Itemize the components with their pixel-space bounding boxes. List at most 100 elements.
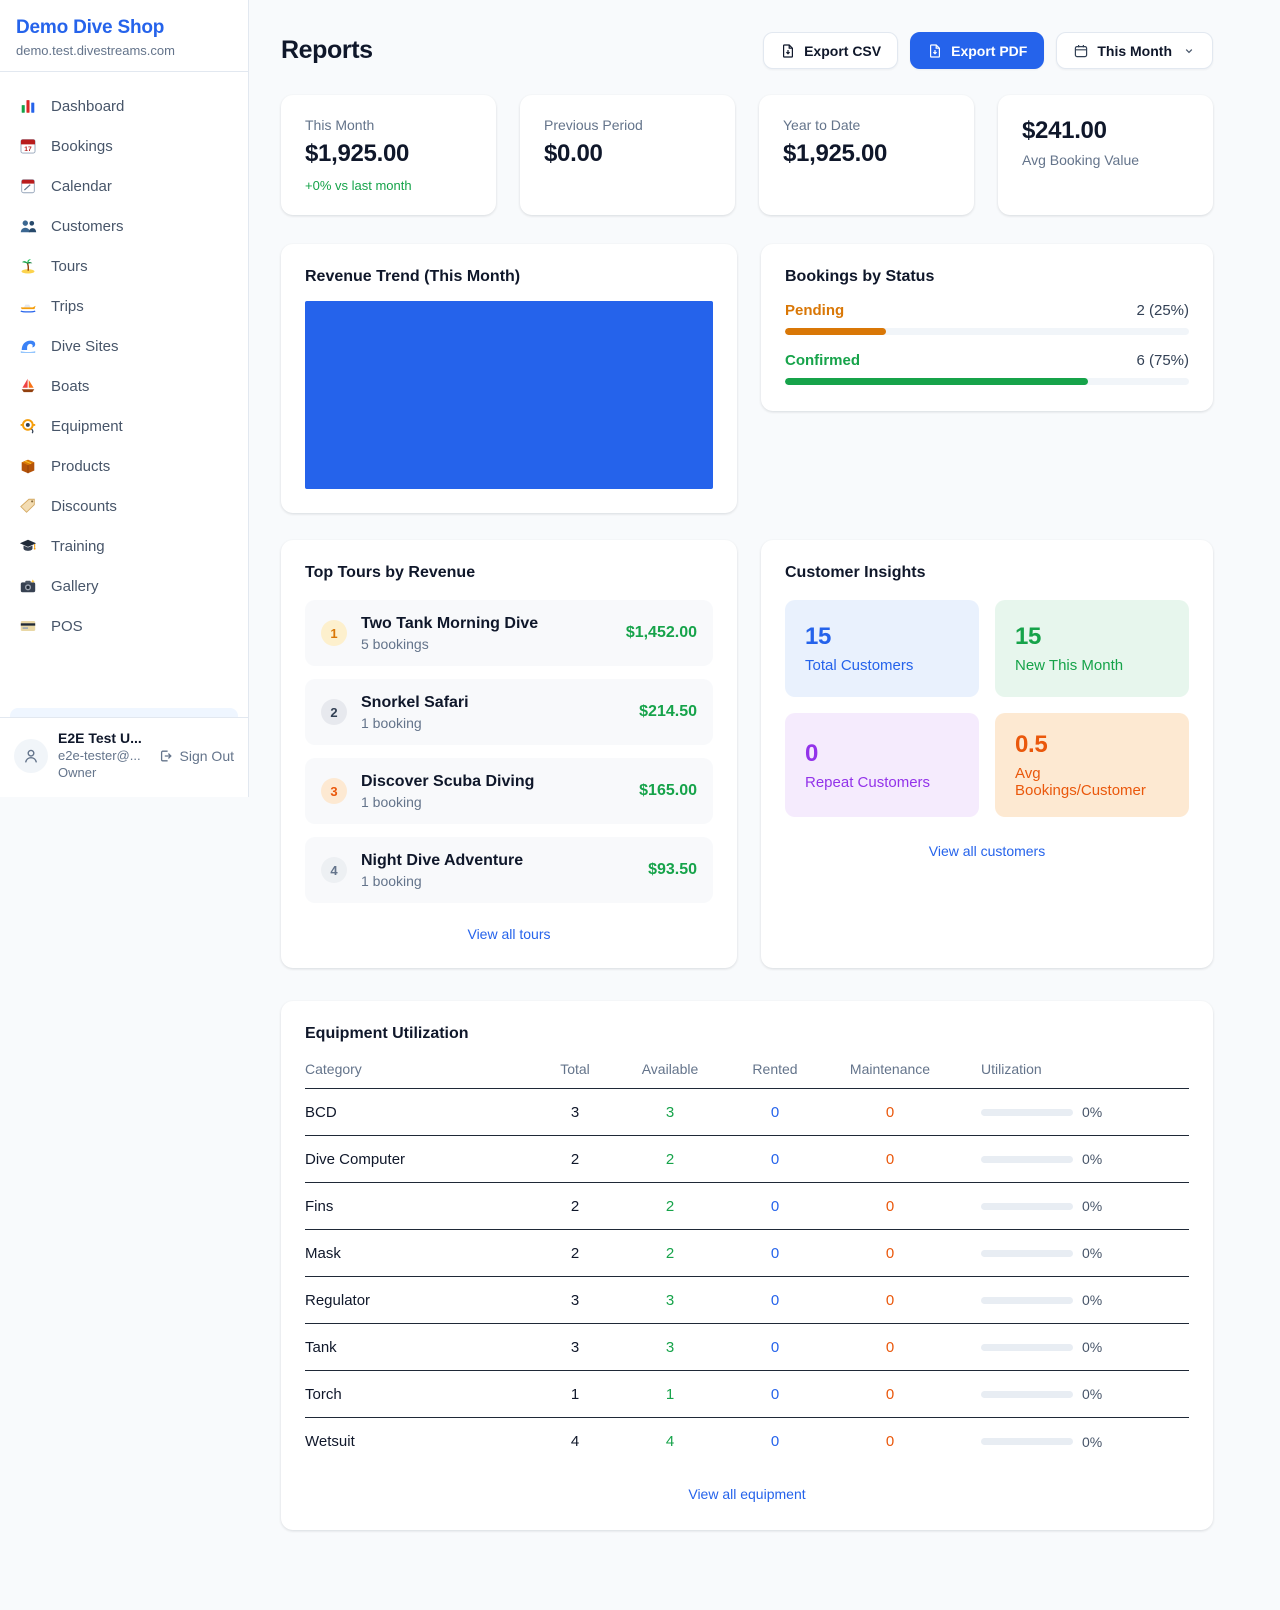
sidebar-item-dashboard[interactable]: Dashboard xyxy=(0,86,248,126)
equipment-rented: 0 xyxy=(725,1198,825,1215)
person-icon xyxy=(21,746,41,766)
equipment-category: BCD xyxy=(305,1104,535,1121)
status-progress-track xyxy=(785,378,1189,385)
stat-card-this-month: This Month $1,925.00 +0% vs last month xyxy=(281,95,496,215)
utilization-percent: 0% xyxy=(1082,1245,1102,1261)
stat-value: $0.00 xyxy=(544,140,711,168)
sign-out-label: Sign Out xyxy=(180,748,234,764)
status-value: 6 (75%) xyxy=(1136,352,1189,369)
customer-insights-card: Customer Insights 15 Total Customers 15 … xyxy=(761,540,1213,968)
stat-value: $1,925.00 xyxy=(783,140,950,168)
sidebar-item-training[interactable]: Training xyxy=(0,526,248,566)
utilization-bar-track xyxy=(981,1344,1073,1351)
column-header-utilization: Utilization xyxy=(955,1061,1189,1077)
status-rows: Pending 2 (25%) Confirmed 6 (75%) xyxy=(785,302,1189,385)
insight-tile: 15 Total Customers xyxy=(785,600,979,697)
insight-label: Repeat Customers xyxy=(805,774,959,791)
sidebar-item-reports[interactable] xyxy=(10,708,238,717)
view-all-tours-link[interactable]: View all tours xyxy=(467,926,550,942)
utilization-bar-track xyxy=(981,1109,1073,1116)
tour-amount: $165.00 xyxy=(639,782,697,800)
equipment-utilization-card: Equipment Utilization Category Total Ava… xyxy=(281,1001,1213,1530)
sidebar-item-trips[interactable]: Trips xyxy=(0,286,248,326)
sidebar-item-discounts[interactable]: Discounts xyxy=(0,486,248,526)
page-title: Reports xyxy=(281,36,373,65)
utilization-percent: 0% xyxy=(1082,1151,1102,1167)
sidebar-item-customers[interactable]: Customers xyxy=(0,206,248,246)
shop-title[interactable]: Demo Dive Shop xyxy=(16,17,232,39)
sidebar-item-pos[interactable]: POS xyxy=(0,606,248,646)
equipment-row: Mask 2 2 0 0 0% xyxy=(305,1230,1189,1277)
main-content: Reports Export CSV Export PDF This Month xyxy=(249,0,1280,1605)
equipment-total: 1 xyxy=(535,1386,615,1403)
sidebar-item-products[interactable]: Products xyxy=(0,446,248,486)
tour-name: Night Dive Adventure xyxy=(361,852,523,870)
sidebar-item-dive-sites[interactable]: Dive Sites xyxy=(0,326,248,366)
tour-amount: $93.50 xyxy=(648,861,697,879)
export-csv-button[interactable]: Export CSV xyxy=(763,32,898,69)
tour-bookings: 1 booking xyxy=(361,873,523,889)
equipment-maintenance: 0 xyxy=(825,1198,955,1215)
status-label: Confirmed xyxy=(785,352,860,369)
tour-bookings: 1 booking xyxy=(361,715,469,731)
sidebar-item-boats[interactable]: Boats xyxy=(0,366,248,406)
insight-tile: 15 New This Month xyxy=(995,600,1189,697)
stat-delta: +0% vs last month xyxy=(305,178,472,193)
top-tours-card: Top Tours by Revenue 1 Two Tank Morning … xyxy=(281,540,737,968)
tour-info: Snorkel Safari 1 booking xyxy=(361,694,469,731)
tour-rows: 1 Two Tank Morning Dive 5 bookings $1,45… xyxy=(305,600,713,903)
utilization-percent: 0% xyxy=(1082,1198,1102,1214)
sidebar-user-footer: E2E Test U... e2e-tester@... Owner Sign … xyxy=(0,717,248,797)
customers-icon xyxy=(19,217,37,235)
sidebar-item-tours[interactable]: Tours xyxy=(0,246,248,286)
bookings-by-status-title: Bookings by Status xyxy=(785,268,1189,286)
insights-row: Top Tours by Revenue 1 Two Tank Morning … xyxy=(281,540,1213,968)
sidebar-item-bookings[interactable]: 17 Bookings xyxy=(0,126,248,166)
sign-out-button[interactable]: Sign Out xyxy=(158,748,234,764)
sidebar-item-gallery[interactable]: Gallery xyxy=(0,566,248,606)
tour-row: 3 Discover Scuba Diving 1 booking $165.0… xyxy=(305,758,713,824)
column-header-total: Total xyxy=(535,1061,615,1077)
calendar-icon xyxy=(1073,43,1089,59)
sidebar-item-calendar[interactable]: Calendar xyxy=(0,166,248,206)
tour-info: Discover Scuba Diving 1 booking xyxy=(361,773,534,810)
equipment-total: 3 xyxy=(535,1104,615,1121)
sign-out-icon xyxy=(158,748,174,764)
sidebar-nav: Dashboard 17 Bookings Calendar Customers… xyxy=(0,72,248,706)
calendar-icon xyxy=(19,177,37,195)
view-all-customers-link[interactable]: View all customers xyxy=(929,843,1045,859)
period-dropdown[interactable]: This Month xyxy=(1056,32,1213,69)
equipment-row: Fins 2 2 0 0 0% xyxy=(305,1183,1189,1230)
sailboat-icon xyxy=(19,377,37,395)
equipment-available: 3 xyxy=(615,1292,725,1309)
equipment-category: Mask xyxy=(305,1245,535,1262)
column-header-category: Category xyxy=(305,1061,535,1077)
equipment-category: Tank xyxy=(305,1339,535,1356)
stat-label: Previous Period xyxy=(544,117,711,133)
status-value: 2 (25%) xyxy=(1136,302,1189,319)
equipment-row: Tank 3 3 0 0 0% xyxy=(305,1324,1189,1371)
equipment-total: 2 xyxy=(535,1198,615,1215)
view-all-equipment-link[interactable]: View all equipment xyxy=(688,1486,805,1502)
utilization-bar-track xyxy=(981,1438,1073,1445)
equipment-row: Wetsuit 4 4 0 0 0% xyxy=(305,1418,1189,1465)
dashboard-icon xyxy=(19,97,37,115)
tour-name: Two Tank Morning Dive xyxy=(361,615,538,633)
equipment-utilization-cell: 0% xyxy=(955,1151,1189,1167)
status-progress-fill xyxy=(785,378,1088,385)
equipment-rented: 0 xyxy=(725,1292,825,1309)
shop-subdomain: demo.test.divestreams.com xyxy=(16,43,232,58)
equipment-total: 3 xyxy=(535,1292,615,1309)
equipment-rented: 0 xyxy=(725,1104,825,1121)
insight-value: 0 xyxy=(805,740,959,768)
equipment-row: Regulator 3 3 0 0 0% xyxy=(305,1277,1189,1324)
sidebar-item-equipment[interactable]: Equipment xyxy=(0,406,248,446)
tour-row: 4 Night Dive Adventure 1 booking $93.50 xyxy=(305,837,713,903)
speedboat-icon xyxy=(19,297,37,315)
customer-insights-title: Customer Insights xyxy=(785,564,1189,582)
status-row: Confirmed 6 (75%) xyxy=(785,352,1189,385)
tour-name: Discover Scuba Diving xyxy=(361,773,534,791)
export-pdf-button[interactable]: Export PDF xyxy=(910,32,1044,69)
equipment-rented: 0 xyxy=(725,1386,825,1403)
equipment-row: Torch 1 1 0 0 0% xyxy=(305,1371,1189,1418)
